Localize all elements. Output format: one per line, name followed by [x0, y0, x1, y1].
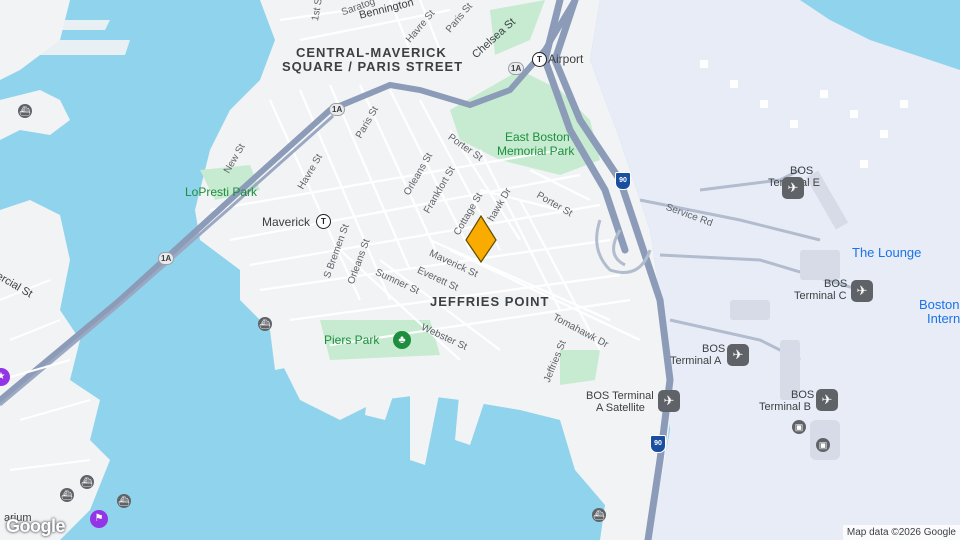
- plane-icon[interactable]: ✈: [782, 177, 804, 199]
- poi-label[interactable]: Boston: [919, 298, 959, 311]
- poi-label[interactable]: BOS Terminal: [586, 390, 654, 402]
- poi-label[interactable]: BOS: [790, 165, 813, 177]
- map-attribution[interactable]: Map data ©2026 Google: [842, 525, 960, 540]
- ferry-icon[interactable]: ⛴: [60, 488, 74, 502]
- poi-label-lounge[interactable]: The Lounge: [852, 246, 921, 259]
- neighborhood-label: SQUARE / PARIS STREET: [282, 59, 464, 74]
- ferry-icon[interactable]: ⛴: [592, 508, 606, 522]
- park-label[interactable]: East Boston: [505, 131, 570, 143]
- plane-icon[interactable]: ✈: [851, 280, 873, 302]
- poi-label[interactable]: Terminal B: [759, 401, 811, 413]
- poi-label[interactable]: Intern: [927, 312, 960, 325]
- poi-label[interactable]: A Satellite: [596, 402, 645, 414]
- ferry-icon[interactable]: ⛴: [117, 494, 131, 508]
- subway-icon[interactable]: T: [316, 214, 331, 229]
- plane-icon[interactable]: ✈: [816, 389, 838, 411]
- park-label[interactable]: Memorial Park: [497, 145, 574, 157]
- neighborhood-label-jeffries-point: JEFFRIES POINT: [430, 294, 550, 309]
- tree-icon[interactable]: ♣: [393, 331, 411, 349]
- interstate-90-shield: 90: [650, 435, 666, 453]
- location-marker[interactable]: [463, 214, 499, 266]
- park-label-piers[interactable]: Piers Park: [324, 334, 379, 346]
- transit-label-maverick[interactable]: Maverick: [262, 216, 310, 228]
- poi-label[interactable]: BOS: [824, 278, 847, 290]
- subway-icon[interactable]: T: [532, 52, 547, 67]
- route-1a-shield: 1A: [508, 62, 525, 75]
- ferry-icon[interactable]: ⛴: [80, 475, 94, 489]
- interstate-90-shield: 90: [615, 172, 631, 190]
- subway-icon[interactable]: ▣: [792, 420, 806, 434]
- park-label-lopresti[interactable]: LoPresti Park: [185, 186, 257, 198]
- google-logo: Google: [6, 516, 66, 536]
- map-view[interactable]: CENTRAL-MAVERICK SQUARE / PARIS STREET J…: [0, 0, 960, 540]
- transit-label-airport[interactable]: Airport: [548, 53, 583, 65]
- attraction-icon[interactable]: ⚑: [90, 510, 108, 528]
- neighborhood-label: CENTRAL-MAVERICK: [296, 45, 447, 60]
- map-base: [0, 0, 960, 540]
- poi-label[interactable]: Terminal C: [794, 290, 847, 302]
- route-1a-shield: 1A: [158, 252, 175, 265]
- poi-label[interactable]: BOS: [791, 389, 814, 401]
- poi-label[interactable]: Terminal A: [670, 355, 721, 367]
- ferry-icon[interactable]: ⛴: [18, 104, 32, 118]
- ferry-icon[interactable]: ⛴: [258, 317, 272, 331]
- route-1a-shield: 1A: [329, 103, 346, 116]
- plane-icon[interactable]: ✈: [727, 344, 749, 366]
- poi-label[interactable]: BOS: [702, 343, 725, 355]
- subway-icon[interactable]: ▣: [816, 438, 830, 452]
- plane-icon[interactable]: ✈: [658, 390, 680, 412]
